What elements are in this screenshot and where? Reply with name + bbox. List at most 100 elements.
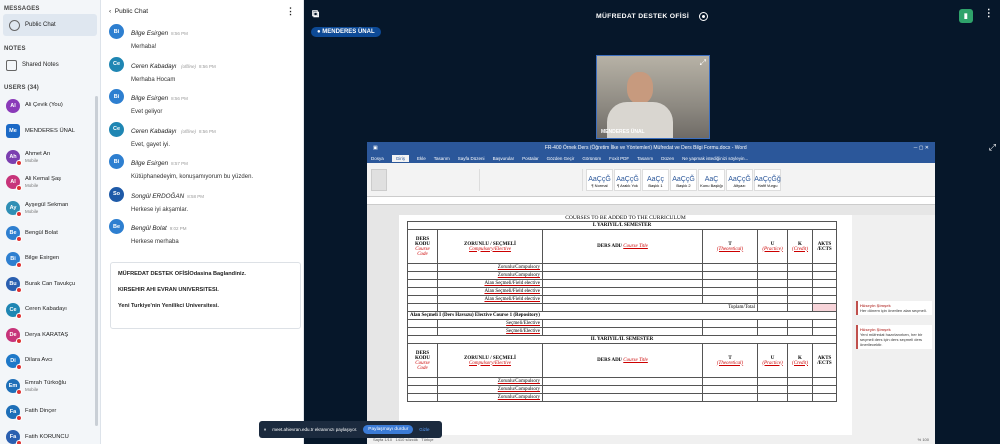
user-item[interactable]: Di Dilara Avcı [0, 348, 100, 374]
options-menu-icon[interactable]: ⋮ [984, 8, 994, 19]
shared-notes-item[interactable]: Shared Notes [0, 54, 100, 76]
status-dot-icon [16, 159, 22, 166]
table-row: Seçmeli/Elective [407, 319, 837, 328]
status-dot-icon [16, 338, 22, 345]
user-name: Ali Çevik (You) [25, 102, 63, 109]
connection-status-icon[interactable]: ▮ [959, 9, 973, 23]
ribbon-tab: Postalar [522, 156, 539, 161]
ribbon-tab: Gözden Geçir [546, 156, 575, 161]
user-item[interactable]: Al Ali Çevik (You) [0, 93, 100, 119]
recording-indicator-icon[interactable] [699, 11, 709, 21]
offline-tag: (offline) [180, 128, 196, 134]
avatar: Bu [6, 277, 22, 294]
table-row: Alan Seçmeli/Field elective [407, 279, 837, 288]
comment-2[interactable]: Hüseyin Şimşek Yeni müfredat hazırlanırke… [856, 325, 932, 349]
semester-1-rows: Zorunlu/Compulsory Zorunlu/Compulsory Alan… [407, 263, 837, 304]
word-titlebar: ▣ FR-400 Örnek Ders (Öğretim İlke ve Yön… [367, 142, 935, 154]
avatar: Fa [6, 404, 22, 421]
style-swatch: AaÇçĞ Başlık 2 [670, 168, 697, 191]
status-dot-icon [16, 440, 22, 444]
pause-icon: ⏸ [264, 427, 267, 432]
welcome-connected-text: Odasina Baglandiniz. [189, 271, 246, 277]
paragraph-group [483, 168, 583, 191]
chat-title: Public Chat [114, 7, 149, 15]
table-row: Seçmeli/Elective [407, 327, 837, 336]
presenter-badge: ● MENDERES ÜNAL [311, 27, 381, 37]
user-item[interactable]: Bu Burak Can Tavukçu [0, 272, 100, 298]
user-name: Ahmet Arı [25, 150, 51, 157]
welcome-message: MÜFREDAT DESTEK OFİSİOdasina Baglandiniz… [110, 262, 301, 329]
person-head [627, 72, 653, 104]
table-row: Zorunlu/Compulsory [407, 271, 837, 280]
user-item[interactable]: Me MENDERES ÜNAL [0, 119, 100, 145]
col-course-title: DERS ADI/ Course Title [542, 229, 703, 264]
chat-message: Ce Ceren Kabadayı (offline) 8:56 PM Evet, g… [101, 120, 303, 153]
status-dot-icon [16, 363, 22, 370]
ribbon-tab: Tasarım [433, 156, 450, 161]
chat-options-icon[interactable]: ⋮ [286, 6, 295, 17]
public-chat-item[interactable]: Public Chat [3, 14, 97, 36]
status-dot-icon [16, 312, 22, 319]
user-list-scrollbar[interactable] [95, 96, 98, 426]
elective-pool-rows: Seçmeli/Elective Seçmeli/Elective [407, 319, 837, 336]
message-text: Herkese merhaba [131, 239, 179, 245]
ribbon-tab: Tasarım [637, 156, 654, 161]
notes-icon [6, 59, 17, 71]
hide-share-bar-link[interactable]: Gizle [419, 427, 429, 432]
avatar: Be [109, 219, 124, 234]
message-time: 8:58 PM [187, 193, 204, 199]
semester-2-header: II. YARIYIL/II. SEMESTER [407, 335, 837, 344]
comment-1[interactable]: Hüseyin Şimşek Her dönem için önerilen al… [856, 301, 932, 315]
chat-message: Bi Bilge Esirgen 8:56 PM Merhaba! [101, 22, 303, 55]
message-list: Bi Bilge Esirgen 8:56 PM Merhaba! Ce Ceren Ka… [101, 22, 303, 250]
message-text: Kütüphanedeyim, konuşamıyorum bu yüzden. [131, 174, 254, 180]
style-swatch: AaÇ Konu Başlığı [698, 168, 725, 191]
chat-back-button[interactable]: ‹ Public Chat [109, 8, 148, 15]
offline-tag: (offline) [180, 63, 196, 69]
user-device: Mobile [25, 183, 39, 189]
stop-sharing-button[interactable]: Paylaşmayı durdur [363, 425, 414, 434]
user-item[interactable]: De Derya KARATAŞ [0, 323, 100, 349]
avatar: Bi [109, 89, 124, 104]
elective-pool-header: Alan Seçmeli I (Ders Havuzu) Elective Co… [407, 311, 837, 320]
ruler [367, 197, 935, 205]
user-sidebar: MESSAGES Public Chat NOTES Shared Notes … [0, 0, 101, 444]
table-row: Zorunlu/Compulsory [407, 263, 837, 272]
word-statusbar: Sayfa 1/10 1410 sözcük Türkçe % 100 [367, 435, 935, 444]
user-item[interactable]: Ce Ceren Kabadayı [0, 297, 100, 323]
user-name: Ayşegül Sekman [25, 201, 69, 208]
col2-ects: AKTS /ECTS [812, 343, 837, 378]
webcam-video[interactable]: ⤢ MENDERES ÜNAL [596, 55, 710, 139]
status-dot-icon [16, 185, 22, 192]
user-item[interactable]: Fa Fatih KORUNCU [0, 425, 100, 444]
user-item[interactable]: Fa Fatih Dinçer [0, 399, 100, 425]
col2-course-title: DERS ADI/ Course Title [542, 343, 703, 378]
avatar: Ah [6, 149, 22, 166]
user-item[interactable]: Ay Ayşegül Sekman Mobile [0, 195, 100, 221]
col2-theoretical: T (Theoretical) [702, 343, 758, 378]
avatar: Ce [6, 302, 22, 319]
share-text: meet.ahievran.edu.tr ekranınızı paylaşıy… [272, 427, 358, 432]
avatar: De [6, 328, 22, 345]
table-row: Zorunlu/Compulsory [407, 393, 837, 402]
user-item[interactable]: Al Ali Kemal Şaş Mobile [0, 170, 100, 196]
user-item[interactable]: Be Bengül Bolat [0, 221, 100, 247]
user-item[interactable]: Ah Ahmet Arı Mobile [0, 144, 100, 170]
presentation-fullscreen-icon[interactable]: ⤢ [989, 142, 996, 153]
user-item[interactable]: Bi Bilge Esirgen [0, 246, 100, 272]
table-row: Alan Seçmeli/Field elective [407, 287, 837, 296]
avatar: Bi [109, 154, 124, 169]
user-name: Ceren Kabadayı [25, 306, 67, 313]
user-item[interactable]: Em Emrah Türkoğlu Mobile [0, 374, 100, 400]
col-type: ZORUNLU / SEÇMELİ Compulsory/Elective [437, 229, 543, 264]
ribbon-tab: Dosya [371, 156, 384, 161]
save-icon: ▣ [373, 145, 378, 151]
chat-message: Be Bengül Bolat 9:02 PM Herkese merhaba [101, 217, 303, 250]
welcome-room-name: MÜFREDAT DESTEK OFİSİ [118, 271, 190, 277]
message-text: Herkese iyi akşamlar. [131, 206, 189, 213]
message-time: 8:57 PM [171, 161, 188, 166]
user-list-toggle-icon[interactable]: ⧉ [312, 9, 319, 20]
shared-notes-label: Shared Notes [22, 62, 59, 68]
fullscreen-icon[interactable]: ⤢ [700, 58, 706, 68]
avatar: Be [6, 226, 22, 243]
